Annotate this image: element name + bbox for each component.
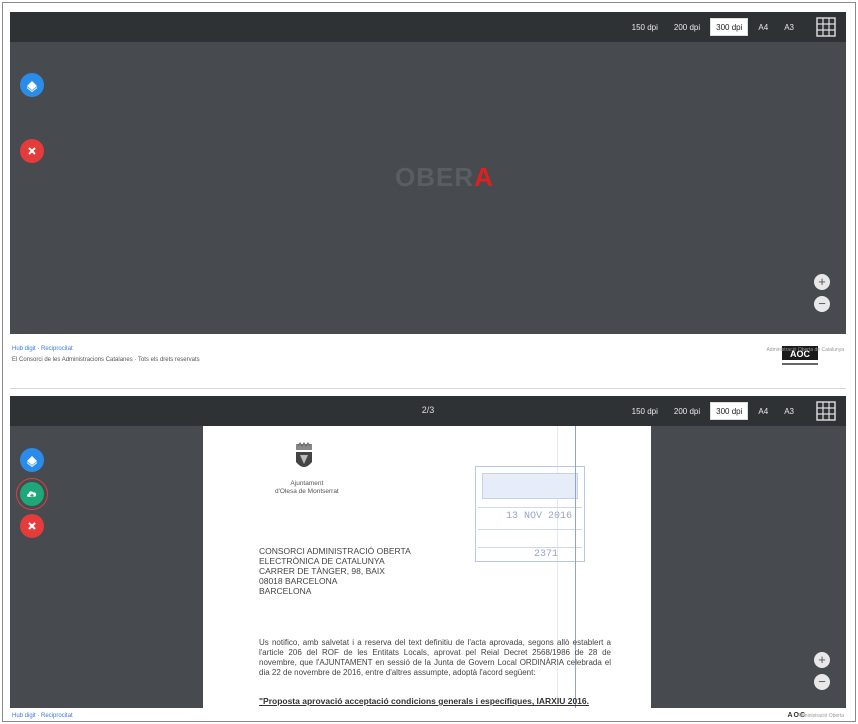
notification-body: Us notifico, amb salvetat i a reserva de… xyxy=(259,638,611,677)
footer-top: Hub digit · Reciprocitat El Consorci de … xyxy=(10,342,846,382)
zoom-out-button[interactable]: − xyxy=(814,296,830,312)
cloud-upload-icon xyxy=(27,491,37,499)
scanner-icon xyxy=(26,456,38,467)
stamp-date: 13 NOV 2016 xyxy=(506,511,573,522)
grid-view-icon[interactable] xyxy=(816,17,836,37)
size-a3-button[interactable]: A3 xyxy=(778,402,800,420)
viewer-panel-bottom: 2/3 150 dpi 200 dpi 300 dpi A4 A3 Ajunta… xyxy=(10,396,846,708)
dpi-150-button[interactable]: 150 dpi xyxy=(625,402,664,420)
splash-logo: OBERA xyxy=(395,162,494,193)
address-line: ELECTRÒNICA DE CATALUNYA xyxy=(259,556,385,566)
dpi-300-button[interactable]: 300 dpi xyxy=(710,18,749,36)
municipal-crest-icon xyxy=(296,442,312,467)
recipient-address: CONSORCI ADMINISTRACIÓ OBERTA ELECTRÒNIC… xyxy=(259,546,411,596)
size-a3-button[interactable]: A3 xyxy=(778,18,800,36)
registry-stamp: 13 NOV 2016 2371 xyxy=(475,466,585,562)
footer-side-text: Administració Oberta xyxy=(797,713,844,719)
scan-button[interactable] xyxy=(20,73,44,97)
zoom-in-button[interactable]: + xyxy=(814,652,830,668)
close-icon xyxy=(28,147,36,155)
resolution-size-buttons: 150 dpi 200 dpi 300 dpi A4 A3 xyxy=(625,402,800,420)
cancel-button[interactable] xyxy=(20,139,44,163)
scan-button[interactable] xyxy=(20,448,44,472)
document-page: Ajuntament d'Olesa de Montserrat 13 NOV … xyxy=(203,426,651,708)
dpi-300-button[interactable]: 300 dpi xyxy=(710,402,749,420)
stamp-rule xyxy=(478,547,582,548)
close-icon xyxy=(28,522,36,530)
viewer-panel-top: 150 dpi 200 dpi 300 dpi A4 A3 OBERA + − xyxy=(10,12,846,334)
splash-logo-accent: A xyxy=(474,162,494,192)
stamp-header xyxy=(482,473,578,499)
stamp-rule xyxy=(478,529,582,530)
agreement-subject: "Proposta aprovació acceptació condicion… xyxy=(259,696,589,706)
stamp-number: 2371 xyxy=(534,549,559,560)
footer-description: El Consorci de les Administracions Catal… xyxy=(12,357,200,363)
address-line: BARCELONA xyxy=(259,586,312,596)
upload-button[interactable] xyxy=(20,482,44,506)
grid-view-icon[interactable] xyxy=(816,401,836,421)
municipality-line-2: d'Olesa de Montserrat xyxy=(275,488,339,495)
splash-logo-text: OBER xyxy=(395,162,475,192)
dpi-150-button[interactable]: 150 dpi xyxy=(625,18,664,36)
footer-link[interactable]: Hub digit · Reciprocitat xyxy=(12,713,73,719)
footer-side-text: Administració Oberta de Catalunya xyxy=(766,347,844,353)
municipality-line-1: Ajuntament xyxy=(290,480,324,487)
municipality-name: Ajuntament d'Olesa de Montserrat xyxy=(275,480,339,496)
zoom-out-button[interactable]: − xyxy=(814,674,830,690)
dpi-200-button[interactable]: 200 dpi xyxy=(667,402,707,420)
viewer-toolbar: 150 dpi 200 dpi 300 dpi A4 A3 xyxy=(10,12,846,42)
cancel-button[interactable] xyxy=(20,514,44,538)
address-line: 08018 BARCELONA xyxy=(259,576,338,586)
viewer-toolbar: 2/3 150 dpi 200 dpi 300 dpi A4 A3 xyxy=(10,396,846,426)
zoom-in-button[interactable]: + xyxy=(814,274,830,290)
dpi-200-button[interactable]: 200 dpi xyxy=(667,18,707,36)
divider xyxy=(10,388,846,389)
resolution-size-buttons: 150 dpi 200 dpi 300 dpi A4 A3 xyxy=(625,18,800,36)
address-line: CARRER DE TÀNGER, 98, BAIX xyxy=(259,566,385,576)
footer-bottom: Hub digit · Reciprocitat AOC Administrac… xyxy=(10,710,846,722)
scanner-icon xyxy=(26,81,38,92)
footer-link[interactable]: Hub digit · Reciprocitat xyxy=(12,346,73,352)
size-a4-button[interactable]: A4 xyxy=(752,18,775,36)
stamp-rule xyxy=(478,507,582,508)
size-a4-button[interactable]: A4 xyxy=(752,402,775,420)
address-line: CONSORCI ADMINISTRACIÓ OBERTA xyxy=(259,546,411,556)
